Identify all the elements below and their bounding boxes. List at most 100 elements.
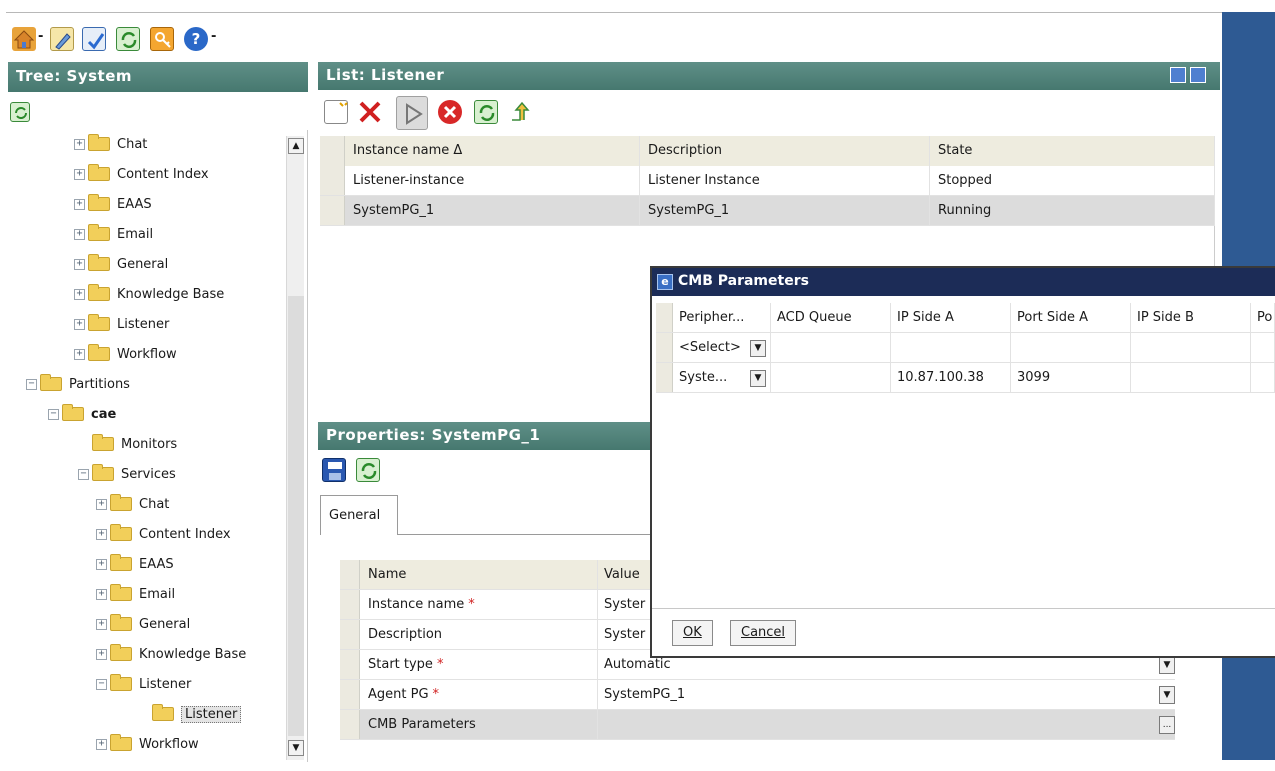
row-selector[interactable] [340,650,360,679]
column-header[interactable]: Description [640,136,930,166]
expand-icon[interactable]: + [74,288,85,300]
column-header[interactable]: Po [1251,303,1275,332]
column-header[interactable]: Peripher... [673,303,771,332]
expand-icon[interactable]: + [74,168,85,180]
scroll-up-icon[interactable]: ▲ [288,138,304,154]
key-icon[interactable] [150,27,174,51]
collapse-icon[interactable]: − [78,468,89,480]
scroll-thumb[interactable] [288,296,304,736]
dialog-row[interactable]: Syste... ▼ 10.87.100.38 3099 [656,363,1275,393]
table-row[interactable]: Listener-instance Listener Instance Stoppe… [320,166,1215,196]
row-selector[interactable] [340,590,360,619]
column-header[interactable]: IP Side B [1131,303,1251,332]
tree-node[interactable]: − Partitions [26,374,130,394]
expand-icon[interactable]: + [96,588,107,600]
refresh-icon[interactable] [356,458,380,482]
tree-node[interactable]: + General [74,254,168,274]
ok-button[interactable]: OK [672,620,713,646]
expand-icon[interactable]: + [96,528,107,540]
dialog-row[interactable]: <Select> ▼ [656,333,1275,363]
row-selector[interactable] [340,680,360,709]
tree-node[interactable]: − Services [78,464,176,484]
property-value[interactable]: SystemPG_1 ▼ [598,680,1175,709]
tree-node[interactable]: + Content Index [96,524,231,544]
publish-icon[interactable] [82,27,106,51]
row-selector[interactable] [340,620,360,649]
expand-icon[interactable]: + [96,558,107,570]
property-row[interactable]: CMB Parameters... [340,710,1175,740]
help-icon[interactable]: ? [184,27,208,51]
tree-node[interactable]: − Listener [96,674,191,694]
scroll-down-icon[interactable]: ▼ [288,740,304,756]
tree-node[interactable]: + Knowledge Base [74,284,224,304]
expand-icon[interactable]: + [96,618,107,630]
new-icon[interactable] [324,100,348,124]
collapse-icon[interactable]: − [48,408,59,420]
row-selector[interactable] [656,333,673,362]
dialog-cell[interactable]: Syste... ▼ [673,363,771,392]
row-selector[interactable] [656,363,673,392]
ellipsis-button[interactable]: ... [1159,716,1175,734]
home-dropdown-arrow-icon[interactable]: - [38,29,43,44]
tree-node[interactable]: Monitors [78,434,177,454]
expand-icon[interactable]: + [74,198,85,210]
dropdown-arrow-icon[interactable]: ▼ [1159,686,1175,704]
tree-node[interactable]: + Content Index [74,164,209,184]
tree-scrollbar[interactable]: ▲ ▼ [286,136,304,760]
collapse-icon[interactable]: − [26,378,37,390]
tree-refresh-icon[interactable] [10,102,30,122]
row-selector[interactable] [320,166,345,195]
column-header[interactable]: Name [360,560,598,589]
expand-icon[interactable]: + [96,498,107,510]
tree-node[interactable]: + Knowledge Base [96,644,246,664]
save-icon[interactable] [322,458,346,482]
tree-node[interactable]: − cae [48,404,116,424]
tree-node[interactable]: + EAAS [96,554,174,574]
tree-node[interactable]: + Listener [74,314,169,334]
column-header[interactable]: Port Side A [1011,303,1131,332]
expand-icon[interactable]: + [96,738,107,750]
refresh-icon[interactable] [116,27,140,51]
row-selector[interactable] [340,710,360,739]
tree-node[interactable]: + Email [96,584,175,604]
dropdown-arrow-icon[interactable]: ▼ [1159,656,1175,674]
expand-icon[interactable]: + [74,348,85,360]
edit-icon[interactable] [50,27,74,51]
column-header[interactable]: IP Side A [891,303,1011,332]
help-dropdown-arrow-icon[interactable]: - [211,29,216,44]
home-icon[interactable] [12,27,36,51]
property-row[interactable]: Agent PG * SystemPG_1 ▼ [340,680,1175,710]
tree-node[interactable]: + EAAS [74,194,152,214]
start-icon[interactable] [396,96,428,130]
delete-icon[interactable] [358,100,382,124]
expand-icon[interactable]: + [74,258,85,270]
dropdown-arrow-icon[interactable]: ▼ [750,340,766,357]
expand-icon[interactable]: + [74,228,85,240]
maximize-panel-icon[interactable] [1190,67,1206,83]
tree-node[interactable]: + Workflow [96,734,199,754]
collapse-icon[interactable]: − [96,678,107,690]
column-header[interactable]: ACD Queue [771,303,891,332]
dropdown-arrow-icon[interactable]: ▼ [750,370,766,387]
expand-icon[interactable]: + [74,138,85,150]
tab-general[interactable]: General [320,495,398,535]
column-header[interactable]: State [930,136,1215,166]
refresh-icon[interactable] [474,100,498,124]
cancel-button[interactable]: Cancel [730,620,797,646]
tree-node[interactable]: + Workflow [74,344,177,364]
expand-icon[interactable]: + [96,648,107,660]
property-value[interactable]: ... [598,710,1175,739]
column-header[interactable]: Instance name Δ [345,136,640,166]
tree-node[interactable]: + Email [74,224,153,244]
expand-icon[interactable]: + [74,318,85,330]
minimize-panel-icon[interactable] [1170,67,1186,83]
tree-node[interactable]: Listener [138,704,242,724]
table-row[interactable]: SystemPG_1 SystemPG_1 Running [320,196,1215,226]
tree-node[interactable]: + Chat [74,134,147,154]
row-selector[interactable] [320,196,345,225]
export-icon[interactable] [508,100,532,124]
tree-node[interactable]: + General [96,614,190,634]
tree-node[interactable]: + Chat [96,494,169,514]
dialog-cell[interactable]: <Select> ▼ [673,333,771,362]
stop-icon[interactable] [438,100,462,124]
